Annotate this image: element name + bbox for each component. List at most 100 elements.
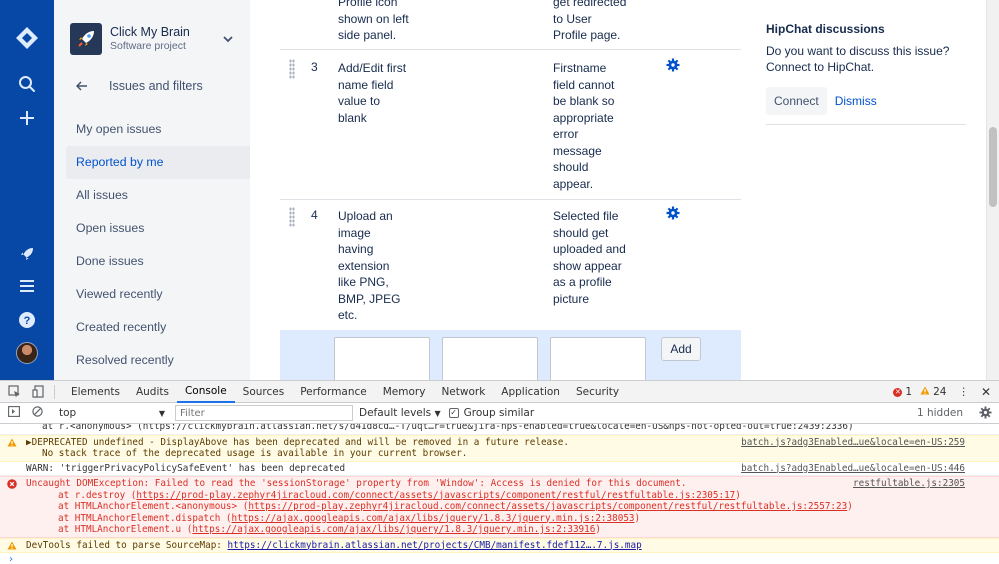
stack-link[interactable]: https://ajax.googleapis.com/ajax/libs/jq… <box>232 513 635 524</box>
console-prompt-input[interactable]: › <box>0 553 999 564</box>
checkbox-checked-icon: ✓ <box>448 408 459 418</box>
message-text: DevTools failed to parse SourceMap: <box>26 539 228 551</box>
warning-count[interactable]: 24 <box>933 386 946 398</box>
tab-audits[interactable]: Audits <box>128 381 177 403</box>
menu-icon[interactable] <box>0 272 54 300</box>
table-row: Profile icon shown on left side panel. g… <box>280 0 741 50</box>
gear-icon[interactable] <box>666 58 682 74</box>
arrow-left-icon <box>75 78 96 94</box>
message-text: DEPRECATED undefined - DisplayAbove has … <box>31 436 569 448</box>
console-message-warning[interactable]: DevTools failed to parse SourceMap: http… <box>0 537 999 554</box>
console-messages: at r.<anonymous> (https://clickmybrain.a… <box>0 424 999 564</box>
divider <box>766 124 966 125</box>
message-text: at r.<anonymous> (https://clickmybrain.a… <box>42 424 854 432</box>
warning-count-icon <box>920 386 930 398</box>
table-row[interactable]: 3 Add/Edit first name field value to bla… <box>280 50 741 200</box>
context-select[interactable]: top ▼ <box>55 405 169 421</box>
tab-security[interactable]: Security <box>568 381 627 403</box>
context-value: top <box>59 407 77 419</box>
step-number: 4 <box>311 208 318 222</box>
console-message: at r.<anonymous> (https://clickmybrain.a… <box>0 424 999 435</box>
connect-button[interactable]: Connect <box>766 87 827 115</box>
project-name: Click My Brain <box>110 25 190 39</box>
dropdown-arrow-icon: ▼ <box>158 408 165 418</box>
table-row[interactable]: 4 Upload an image having extension like … <box>280 200 741 330</box>
source-link[interactable]: restfultable.js:2305 <box>853 478 965 490</box>
chevron-down-icon[interactable] <box>220 31 236 47</box>
stack-link[interactable]: https://prod-play.zephyr4jiracloud.com/c… <box>248 501 847 512</box>
help-icon[interactable]: ? <box>0 306 54 334</box>
tab-performance[interactable]: Performance <box>292 381 375 403</box>
project-rocket-avatar-icon <box>70 23 102 55</box>
hipchat-title: HipChat discussions <box>766 22 885 36</box>
tab-sources[interactable]: Sources <box>235 381 293 403</box>
jira-logo-icon[interactable] <box>0 22 54 54</box>
step-text: Add/Edit first name field value to blank <box>338 61 407 125</box>
console-message-warning[interactable]: ▶DEPRECATED undefined - DisplayAbove has… <box>0 434 999 462</box>
group-similar-checkbox[interactable]: ✓ Group similar <box>448 407 534 419</box>
back-label: Issues and filters <box>109 79 203 93</box>
project-sidebar: Click My Brain Software project Issues a… <box>54 0 285 380</box>
new-test-data-input[interactable] <box>442 337 538 380</box>
stack-frame: at r.destroy (https://prod-play.zephyr4j… <box>58 489 741 501</box>
step-number: 3 <box>311 60 318 74</box>
dismiss-link[interactable]: Dismiss <box>835 94 877 108</box>
stack-link[interactable]: https://prod-play.zephyr4jiracloud.com/c… <box>136 490 735 501</box>
message-text: WARN: 'triggerPrivacyPolicySafeEvent' ha… <box>26 462 346 474</box>
stack-frame: at HTMLAnchorElement.dispatch (https://a… <box>58 512 641 524</box>
console-settings-gear-icon[interactable] <box>979 406 993 420</box>
console-message-error[interactable]: Uncaught DOMException: Failed to read th… <box>0 476 999 538</box>
stack-frame: at HTMLAnchorElement.u (https://ajax.goo… <box>58 524 601 535</box>
hipchat-text: Do you want to discuss this issue? Conne… <box>766 44 950 74</box>
inspect-element-icon[interactable] <box>4 381 24 403</box>
project-type: Software project <box>110 40 186 52</box>
back-to-issues-and-filters[interactable]: Issues and filters <box>70 76 203 96</box>
sourcemap-link[interactable]: https://clickmybrain.atlassian.net/proje… <box>228 540 642 551</box>
source-link[interactable]: batch.js?adg3Enabled…ue&locale=en-US:446 <box>741 463 965 475</box>
stack-frame: at HTMLAnchorElement.<anonymous> (https:… <box>58 501 853 512</box>
create-plus-icon[interactable] <box>0 104 54 132</box>
console-filterbar: top ▼ Default levels ▼ ✓ Group similar 1… <box>0 403 999 424</box>
filter-input[interactable] <box>175 405 353 421</box>
add-step-row: Add <box>280 330 741 380</box>
add-step-button[interactable]: Add <box>661 337 701 361</box>
step-text: Profile icon shown on left side panel. <box>338 0 409 42</box>
error-icon <box>7 479 17 493</box>
more-options-icon[interactable]: ⋮ <box>958 386 969 398</box>
gear-icon[interactable] <box>666 206 682 222</box>
new-step-input[interactable] <box>334 337 430 380</box>
drag-handle-icon[interactable] <box>289 59 295 79</box>
hidden-count: 1 hidden <box>916 407 963 419</box>
tab-network[interactable]: Network <box>433 381 493 403</box>
levels-label: Default levels <box>359 407 432 419</box>
expected-result-text: get redirected to User Profile page. <box>553 0 627 42</box>
message-detail: No stack trace of the deprecated usage i… <box>42 448 468 459</box>
search-icon[interactable] <box>0 70 54 98</box>
scrollbar-thumb[interactable] <box>989 127 997 207</box>
devtools-tabbar: Elements Audits Console Sources Performa… <box>0 381 999 403</box>
log-levels-select[interactable]: Default levels ▼ <box>359 407 441 419</box>
tab-elements[interactable]: Elements <box>63 381 128 403</box>
issue-detail-main: Profile icon shown on left side panel. g… <box>250 0 986 380</box>
drag-handle-icon[interactable] <box>289 207 295 227</box>
project-header[interactable]: Click My Brain Software project <box>70 22 236 56</box>
error-count[interactable]: 1 <box>905 386 912 398</box>
console-message: WARN: 'triggerPrivacyPolicySafeEvent' ha… <box>0 462 999 476</box>
source-link[interactable]: batch.js?adg3Enabled…ue&locale=en-US:259 <box>741 437 965 449</box>
tab-console[interactable]: Console <box>176 381 235 403</box>
stack-link[interactable]: https://ajax.googleapis.com/ajax/libs/jq… <box>192 524 595 535</box>
device-toggle-icon[interactable] <box>28 381 48 403</box>
clear-console-icon[interactable] <box>32 406 43 420</box>
dropdown-arrow-icon: ▼ <box>434 409 441 418</box>
user-avatar[interactable] <box>0 341 54 365</box>
page-scrollbar[interactable] <box>986 0 999 380</box>
close-devtools-icon[interactable]: ✕ <box>981 385 991 399</box>
tab-memory[interactable]: Memory <box>375 381 434 403</box>
rocket-icon[interactable] <box>0 240 54 268</box>
new-expected-result-input[interactable] <box>550 337 646 380</box>
warning-icon <box>7 541 17 554</box>
sidebar-toggle-icon[interactable] <box>8 406 20 420</box>
expected-result-text: Firstname field cannot be blank so appro… <box>553 61 615 191</box>
error-count-icon: ✕ <box>893 387 903 397</box>
tab-application[interactable]: Application <box>493 381 568 403</box>
